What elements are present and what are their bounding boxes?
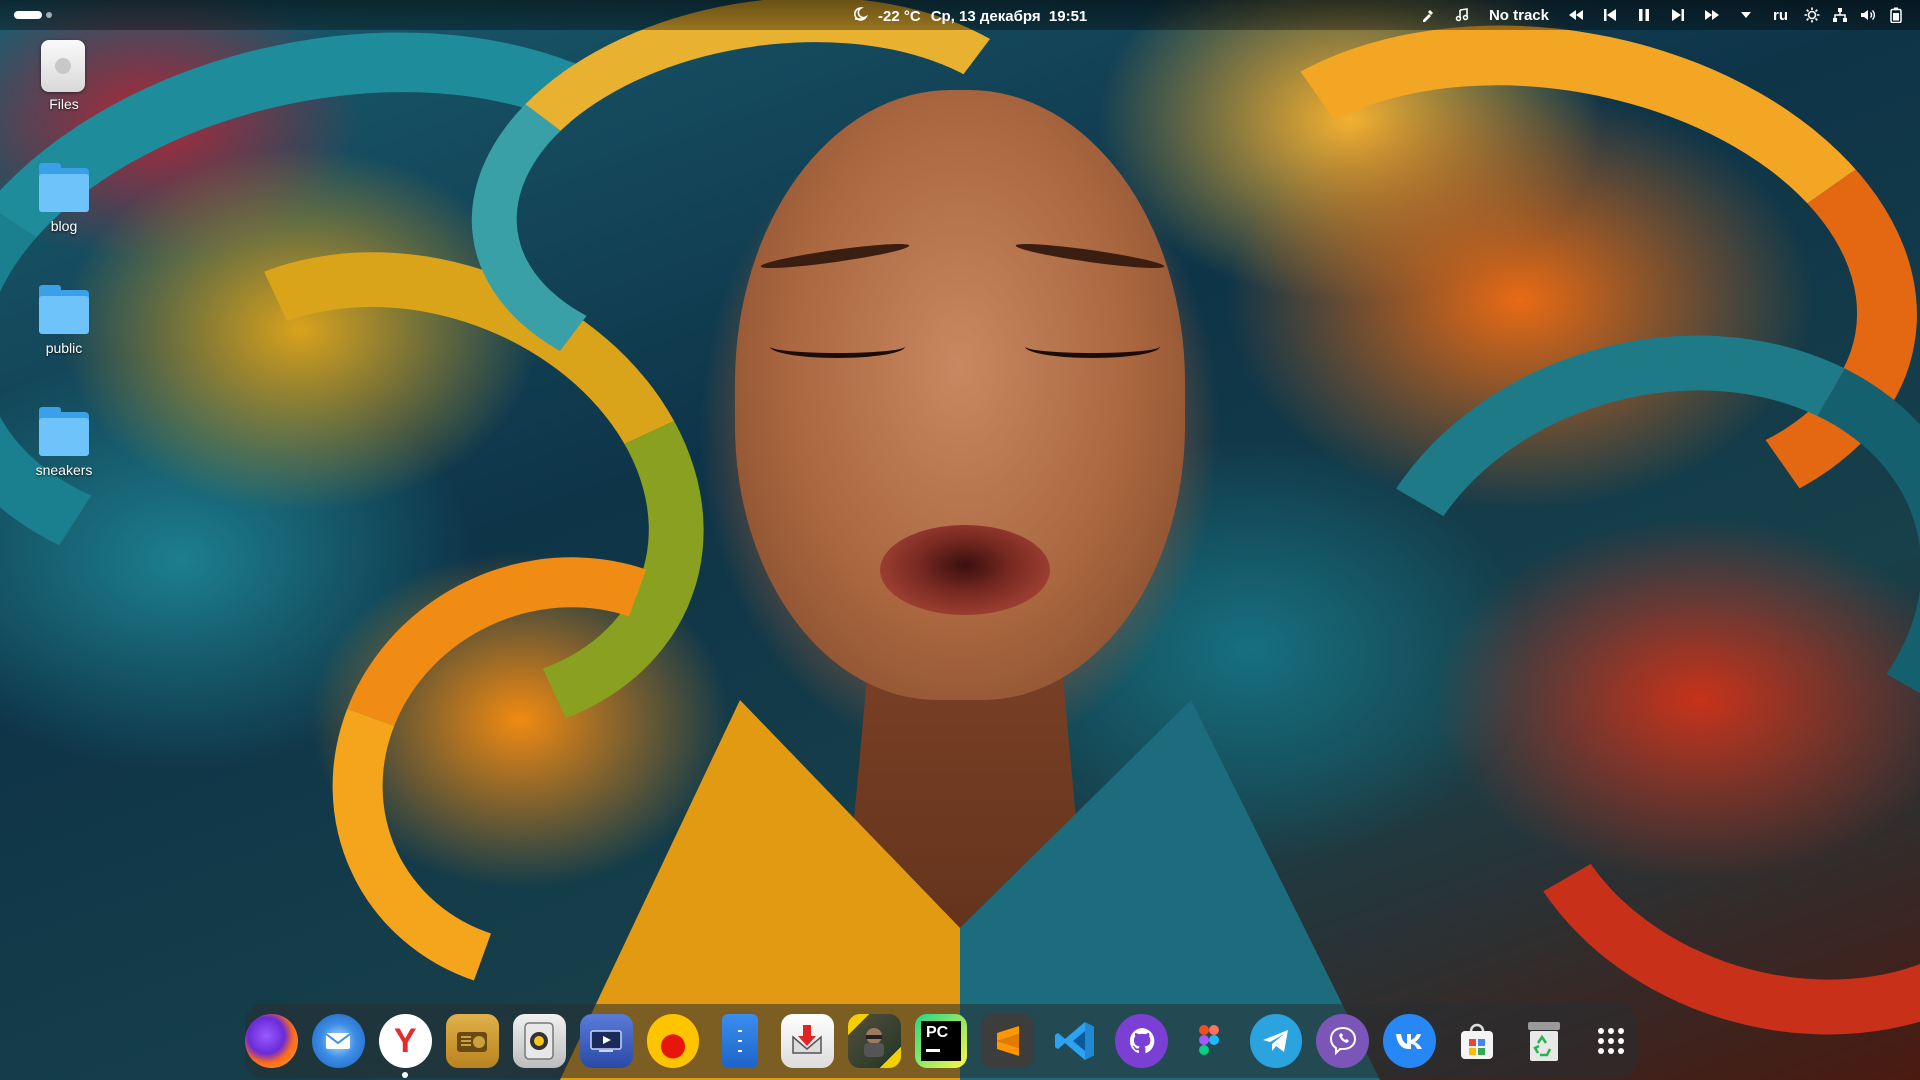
seek-backward-icon[interactable] (1559, 0, 1593, 30)
yandex-y-glyph: Y (393, 1021, 417, 1060)
speaker-icon[interactable] (512, 1014, 566, 1068)
desktop-wallpaper (0, 0, 1920, 1080)
desktop-icon-label: public (45, 340, 83, 356)
workspace-indicator[interactable] (14, 11, 52, 19)
top-panel: -22 °C Ср, 13 декабря 19:51 No track ru (0, 0, 1920, 30)
weather-night-icon (852, 6, 869, 26)
game-icon[interactable] (847, 1014, 901, 1068)
figma-icon[interactable] (1191, 1014, 1226, 1068)
desktop-icon-files[interactable]: Files (24, 38, 104, 112)
downloader-icon[interactable] (780, 1014, 834, 1068)
screen-recorder-icon[interactable] (579, 1014, 633, 1068)
active-workspace-indicator[interactable] (14, 11, 42, 19)
desktop-icon-blog[interactable]: blog (24, 160, 104, 234)
dock: Y PC (244, 1004, 1637, 1078)
status-area: No track ru (1411, 0, 1910, 30)
previous-track-icon[interactable] (1593, 0, 1627, 30)
vscode-icon[interactable] (1048, 1014, 1101, 1068)
workspace-indicator-dot[interactable] (46, 12, 52, 18)
folder-icon (37, 282, 91, 336)
running-indicator (402, 1072, 409, 1078)
pycharm-icon[interactable]: PC (914, 1014, 968, 1068)
pause-icon[interactable] (1627, 0, 1661, 30)
yandex-browser-icon[interactable]: Y (378, 1014, 432, 1078)
radio-icon[interactable] (445, 1014, 499, 1068)
chevron-down-icon[interactable] (1729, 0, 1763, 30)
github-desktop-icon[interactable] (1115, 1014, 1169, 1068)
desktop-icon-label: Files (49, 96, 79, 112)
keyboard-layout-indicator[interactable]: ru (1763, 7, 1798, 24)
clock-weather-area[interactable]: -22 °C Ср, 13 декабря 19:51 (852, 6, 1087, 26)
brightness-icon[interactable] (1798, 0, 1826, 30)
track-label[interactable]: No track (1479, 7, 1559, 24)
firefox-icon[interactable] (244, 1014, 298, 1068)
drive-icon (37, 38, 91, 92)
pycharm-label: PC (926, 1024, 949, 1041)
battery-icon[interactable] (1882, 0, 1910, 30)
volume-icon[interactable] (1854, 0, 1882, 30)
desktop-icon-sneakers[interactable]: sneakers (24, 404, 104, 478)
temperature-label: -22 °C (878, 7, 921, 25)
music-note-icon[interactable] (1445, 0, 1479, 30)
seek-forward-icon[interactable] (1695, 0, 1729, 30)
app-grid-icon[interactable] (1584, 1014, 1637, 1068)
desktop-icon-label: sneakers (35, 462, 93, 478)
datetime-label: Ср, 13 декабря 19:51 (930, 7, 1088, 25)
vk-icon[interactable] (1383, 1014, 1437, 1068)
next-track-icon[interactable] (1661, 0, 1695, 30)
eyedropper-icon[interactable] (1411, 0, 1445, 30)
desktop-icon-public[interactable]: public (24, 282, 104, 356)
desktop-icon-label: blog (50, 218, 78, 234)
viber-icon[interactable] (1316, 1014, 1370, 1068)
sublime-text-icon[interactable] (981, 1014, 1035, 1068)
folder-icon (37, 404, 91, 458)
telegram-icon[interactable] (1249, 1014, 1303, 1068)
file-manager-icon[interactable] (722, 1014, 758, 1068)
network-icon[interactable] (1826, 0, 1854, 30)
music-player-icon[interactable] (646, 1014, 700, 1068)
folder-icon (37, 160, 91, 214)
trash-icon[interactable] (1517, 1014, 1570, 1068)
thunderbird-icon[interactable] (311, 1014, 365, 1068)
app-store-icon[interactable] (1450, 1014, 1503, 1068)
